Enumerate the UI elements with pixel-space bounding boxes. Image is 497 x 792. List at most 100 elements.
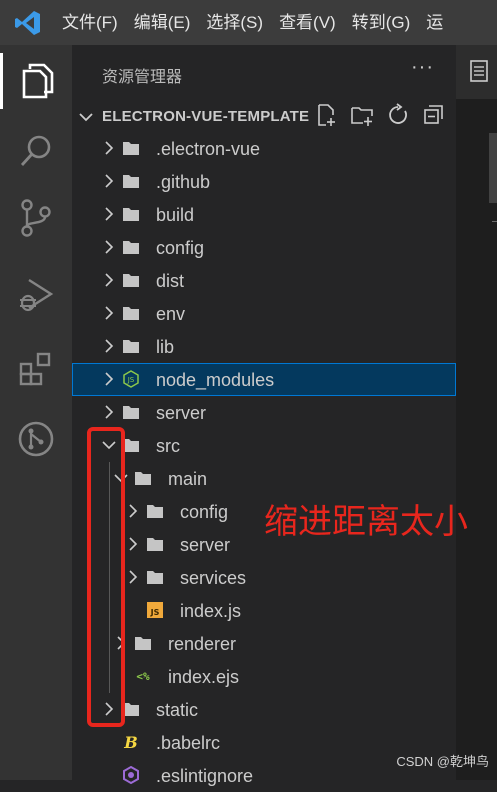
folder-icon xyxy=(147,571,163,584)
activity-bar xyxy=(0,45,72,780)
tree-row-label: config xyxy=(156,238,205,258)
tree-row-label: dist xyxy=(156,271,185,291)
folder-icon xyxy=(123,175,139,188)
title-bar: 文件(F) 编辑(E) 选择(S) 查看(V) 转到(G) 运 xyxy=(0,0,497,45)
sidebar-title: 资源管理器 xyxy=(102,69,183,86)
tree-row-src[interactable]: src xyxy=(72,429,456,462)
chevron-right-icon[interactable] xyxy=(102,306,116,320)
collapse-all-icon[interactable] xyxy=(422,103,446,127)
svg-text:JS: JS xyxy=(127,376,135,384)
sidebar-header: 资源管理器 ··· xyxy=(72,45,456,99)
chevron-right-icon[interactable] xyxy=(102,207,116,221)
tree-row-services[interactable]: services xyxy=(72,561,456,594)
run-debug-icon[interactable] xyxy=(0,267,72,323)
tree-row-env[interactable]: env xyxy=(72,297,456,330)
babel-file-icon: B xyxy=(123,733,138,751)
folder-icon xyxy=(123,406,139,419)
chevron-right-icon[interactable] xyxy=(126,570,140,584)
tree-row-label: src xyxy=(156,436,180,456)
tree-row-label: build xyxy=(156,205,195,225)
folder-icon xyxy=(123,142,139,155)
tree-row-dist[interactable]: dist xyxy=(72,264,456,297)
explorer-icon[interactable] xyxy=(0,53,72,109)
tree-row-index-js[interactable]: JS index.js xyxy=(72,594,456,627)
editor-scrollbar[interactable] xyxy=(489,133,497,203)
extensions-icon[interactable] xyxy=(0,341,72,397)
tree-row-label: server xyxy=(156,403,207,423)
tree-row-label: renderer xyxy=(168,634,237,654)
chevron-right-icon[interactable] xyxy=(102,240,116,254)
folder-icon xyxy=(147,505,163,518)
chevron-right-icon[interactable] xyxy=(102,273,116,287)
folder-icon xyxy=(135,637,151,650)
menu-item[interactable]: 文件(F) xyxy=(56,0,126,45)
tree-row-github[interactable]: .github xyxy=(72,165,456,198)
tree-row-electron-vue[interactable]: .electron-vue xyxy=(72,132,456,165)
tree-row-label: server xyxy=(180,535,231,555)
tree-row-label: .babelrc xyxy=(156,733,221,753)
tree-row-label: index.js xyxy=(180,601,242,621)
tree-row-label: .eslintignore xyxy=(156,766,254,786)
editor-line xyxy=(492,221,497,222)
explorer-sidebar: 资源管理器 ··· ELECTRON-VUE-TEMPLATE .electro… xyxy=(72,45,456,786)
editor-area xyxy=(456,45,497,780)
tree-row-label: env xyxy=(156,304,186,324)
menu-item[interactable]: 查看(V) xyxy=(271,0,344,45)
tree-row-label: static xyxy=(156,700,199,720)
tree-row-main[interactable]: main xyxy=(72,462,456,495)
svg-text:JS: JS xyxy=(150,608,160,617)
folder-icon xyxy=(123,307,139,320)
project-header[interactable]: ELECTRON-VUE-TEMPLATE xyxy=(72,99,456,133)
folder-icon xyxy=(135,472,151,485)
svg-text:<%: <% xyxy=(136,670,150,683)
chevron-right-icon[interactable] xyxy=(126,537,140,551)
menu-item[interactable]: 选择(S) xyxy=(198,0,271,45)
folder-icon xyxy=(123,340,139,353)
tree-row-label: .electron-vue xyxy=(156,139,261,159)
ejs-file-icon: <% xyxy=(136,670,150,683)
new-folder-icon[interactable] xyxy=(350,103,374,127)
menu-item[interactable]: 编辑(E) xyxy=(126,0,199,45)
tree-row-lib[interactable]: lib xyxy=(72,330,456,363)
editor-tab[interactable] xyxy=(456,45,497,99)
vscode-logo-icon xyxy=(0,0,56,45)
search-icon[interactable] xyxy=(0,123,72,179)
javascript-file-icon: JS xyxy=(147,602,163,618)
tree-row-server[interactable]: server xyxy=(72,396,456,429)
tree-row-label: node_modules xyxy=(156,370,275,390)
tree-row-label: services xyxy=(180,568,247,588)
project-name: ELECTRON-VUE-TEMPLATE xyxy=(102,108,310,125)
menu-item[interactable]: 运 xyxy=(418,0,451,45)
project-actions xyxy=(314,103,446,127)
new-file-icon[interactable] xyxy=(314,103,338,127)
eslint-file-icon xyxy=(123,766,139,784)
chevron-right-icon[interactable] xyxy=(102,174,116,188)
chevron-right-icon[interactable] xyxy=(126,504,140,518)
more-actions-button[interactable]: ··· xyxy=(411,56,434,79)
annotation-text: 缩进距离太小 xyxy=(264,503,468,541)
tree-row-renderer[interactable]: renderer xyxy=(72,627,456,660)
refresh-icon[interactable] xyxy=(386,103,410,127)
menu-item[interactable]: 转到(G) xyxy=(344,0,419,45)
tree-row-static[interactable]: static xyxy=(72,693,456,726)
watermark: CSDN @乾坤鸟 xyxy=(396,754,489,769)
folder-icon xyxy=(147,538,163,551)
tree-row-label: index.ejs xyxy=(168,667,240,687)
tree-row-config[interactable]: config xyxy=(72,231,456,264)
tree-row-index-ejs[interactable]: <% index.ejs xyxy=(72,660,456,693)
tree-row-label: config xyxy=(180,502,229,522)
folder-icon xyxy=(123,208,139,221)
chevron-right-icon[interactable] xyxy=(102,405,116,419)
chevron-right-icon[interactable] xyxy=(102,141,116,155)
source-control-icon[interactable] xyxy=(0,190,72,246)
file-preview-icon xyxy=(470,60,488,82)
chevron-right-icon[interactable] xyxy=(102,372,116,386)
svg-text:B: B xyxy=(123,733,138,751)
chevron-right-icon[interactable] xyxy=(102,339,116,353)
tree-row-node-modules[interactable]: JS node_modules xyxy=(72,363,456,396)
tree-row-label: .github xyxy=(156,172,211,192)
tree-row-label: lib xyxy=(156,337,175,357)
remote-explorer-icon[interactable] xyxy=(0,411,72,467)
tree-row-build[interactable]: build xyxy=(72,198,456,231)
folder-icon xyxy=(123,274,139,287)
